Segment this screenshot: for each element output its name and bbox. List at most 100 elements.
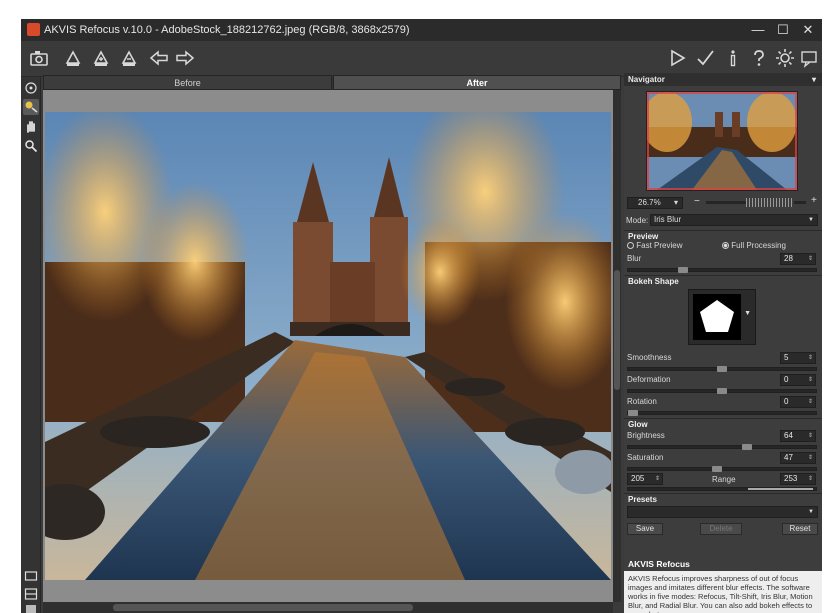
maximize-button[interactable]: ☐ bbox=[772, 20, 794, 40]
blur-slider[interactable] bbox=[627, 267, 817, 273]
mode-label: Mode: bbox=[626, 216, 649, 225]
spin-arrows-icon: ⇕ bbox=[807, 455, 813, 461]
brightness-slider-knob[interactable] bbox=[742, 444, 752, 450]
preview-header: Preview bbox=[624, 230, 822, 241]
vertical-scrollbar[interactable] bbox=[613, 90, 621, 602]
help-text: AKVIS Refocus improves sharpness of out … bbox=[628, 574, 813, 613]
chat-icon[interactable] bbox=[797, 47, 821, 71]
settings-icon[interactable] bbox=[773, 47, 797, 71]
saturation-slider-knob[interactable] bbox=[712, 466, 722, 472]
mode-select[interactable]: Iris Blur ▼ bbox=[650, 214, 818, 226]
view-split-icon[interactable] bbox=[23, 587, 39, 603]
rotation-slider-knob[interactable] bbox=[628, 410, 638, 416]
range-label: Range bbox=[712, 475, 736, 484]
spin-arrows-icon: ⇕ bbox=[807, 256, 813, 262]
rotation-slider[interactable] bbox=[627, 410, 817, 416]
window-title: AKVIS Refocus v.10.0 - AdobeStock_188212… bbox=[44, 24, 410, 36]
fast-preview-radio[interactable]: Fast Preview bbox=[627, 241, 682, 250]
full-processing-label: Full Processing bbox=[731, 241, 786, 250]
saturation-slider[interactable] bbox=[627, 466, 817, 472]
brightness-value: 64 bbox=[784, 431, 793, 440]
zoom-icon[interactable] bbox=[23, 139, 39, 155]
full-processing-radio[interactable]: Full Processing bbox=[722, 241, 786, 250]
brush-icon[interactable] bbox=[61, 47, 85, 71]
deformation-spinbox[interactable]: 0 ⇕ bbox=[780, 374, 816, 386]
zoom-value: 26.7% bbox=[638, 198, 661, 207]
saturation-spinbox[interactable]: 47 ⇕ bbox=[780, 452, 816, 464]
spin-arrows-icon: ⇕ bbox=[807, 433, 813, 439]
blur-value: 28 bbox=[784, 254, 793, 263]
undo-arrow-icon[interactable] bbox=[147, 47, 171, 71]
deformation-slider-knob[interactable] bbox=[717, 388, 727, 394]
run-icon[interactable] bbox=[665, 47, 689, 71]
brightness-slider[interactable] bbox=[627, 444, 817, 450]
smoothness-value: 5 bbox=[784, 353, 789, 362]
zoom-out-button[interactable]: − bbox=[694, 196, 700, 207]
view-single-icon[interactable] bbox=[23, 569, 39, 585]
smoothness-slider[interactable] bbox=[627, 366, 817, 372]
save-preset-button[interactable]: Save bbox=[627, 523, 663, 535]
spin-arrows-icon: ⇕ bbox=[807, 377, 813, 383]
deformation-slider[interactable] bbox=[627, 388, 817, 394]
range-low-spinbox[interactable]: 205 ⇕ bbox=[627, 473, 663, 485]
bokeh-dropdown-icon[interactable]: ▼ bbox=[744, 310, 751, 317]
zoom-select[interactable]: 26.7% ▾ bbox=[627, 197, 683, 209]
blur-label: Blur bbox=[627, 254, 642, 263]
tool-strip bbox=[21, 77, 41, 613]
app-window: AKVIS Refocus v.10.0 - AdobeStock_188212… bbox=[21, 19, 822, 613]
brightness-spinbox[interactable]: 64 ⇕ bbox=[780, 430, 816, 442]
zoom-dropdown-icon: ▾ bbox=[673, 198, 678, 207]
move-icon[interactable] bbox=[23, 81, 39, 97]
bokeh-shape-preview bbox=[693, 294, 741, 340]
presets-header: Presets bbox=[624, 493, 822, 504]
blur-slider-knob[interactable] bbox=[678, 267, 688, 273]
blur-spinbox[interactable]: 28 ⇕ bbox=[780, 253, 816, 265]
horizontal-scroll-thumb[interactable] bbox=[113, 604, 413, 611]
reset-preset-button[interactable]: Reset bbox=[782, 523, 818, 535]
range-slider[interactable] bbox=[627, 487, 817, 491]
zoom-in-button[interactable]: + bbox=[811, 195, 817, 206]
range-high-spinbox[interactable]: 253 ⇕ bbox=[780, 473, 816, 485]
hand-icon[interactable] bbox=[23, 119, 39, 135]
app-logo-icon bbox=[27, 23, 40, 36]
brush-minus-icon[interactable] bbox=[117, 47, 141, 71]
image-canvas[interactable] bbox=[43, 90, 613, 602]
tab-before[interactable]: Before bbox=[43, 75, 332, 90]
close-button[interactable]: ✕ bbox=[797, 20, 819, 40]
brush-plus-icon[interactable] bbox=[89, 47, 113, 71]
spin-arrows-icon: ⇕ bbox=[807, 399, 813, 405]
brightness-label: Brightness bbox=[627, 431, 665, 440]
rotation-spinbox[interactable]: 0 ⇕ bbox=[780, 396, 816, 408]
view-compare-icon[interactable] bbox=[23, 603, 39, 613]
tab-after[interactable]: After bbox=[333, 75, 621, 90]
camera-icon[interactable] bbox=[27, 47, 51, 71]
full-processing-radio-circle bbox=[722, 242, 729, 249]
selection-brush-icon[interactable] bbox=[23, 99, 39, 115]
spin-arrows-icon: ⇕ bbox=[807, 476, 813, 482]
title-bar: AKVIS Refocus v.10.0 - AdobeStock_188212… bbox=[21, 19, 822, 41]
navigator-header: Navigator ▾ bbox=[624, 73, 822, 86]
apply-icon[interactable] bbox=[693, 47, 717, 71]
saturation-label: Saturation bbox=[627, 453, 664, 462]
presets-select[interactable]: ▼ bbox=[627, 506, 818, 518]
help-icon[interactable] bbox=[747, 47, 771, 71]
help-box: AKVIS Refocus AKVIS Refocus improves sha… bbox=[624, 557, 822, 613]
delete-preset-button[interactable]: Delete bbox=[700, 523, 742, 535]
view-tabs: Before After bbox=[43, 75, 621, 90]
panel-menu-icon[interactable]: ▾ bbox=[812, 73, 816, 86]
info-icon[interactable] bbox=[721, 47, 745, 71]
redo-arrow-icon[interactable] bbox=[173, 47, 197, 71]
horizontal-scrollbar[interactable] bbox=[43, 602, 613, 613]
photo-canal-amsterdam bbox=[45, 112, 611, 580]
smoothness-spinbox[interactable]: 5 ⇕ bbox=[780, 352, 816, 364]
smoothness-label: Smoothness bbox=[627, 353, 672, 362]
presets-dropdown-icon: ▼ bbox=[808, 509, 814, 515]
zoom-slider[interactable] bbox=[706, 198, 806, 207]
minimize-button[interactable]: — bbox=[747, 20, 769, 40]
glow-header: Glow bbox=[624, 418, 822, 429]
bokeh-shape-selector[interactable]: ▼ bbox=[688, 289, 756, 345]
vertical-scroll-thumb[interactable] bbox=[614, 270, 620, 390]
navigator-preview[interactable] bbox=[642, 91, 798, 191]
range-high-value: 253 bbox=[784, 474, 798, 483]
smoothness-slider-knob[interactable] bbox=[717, 366, 727, 372]
